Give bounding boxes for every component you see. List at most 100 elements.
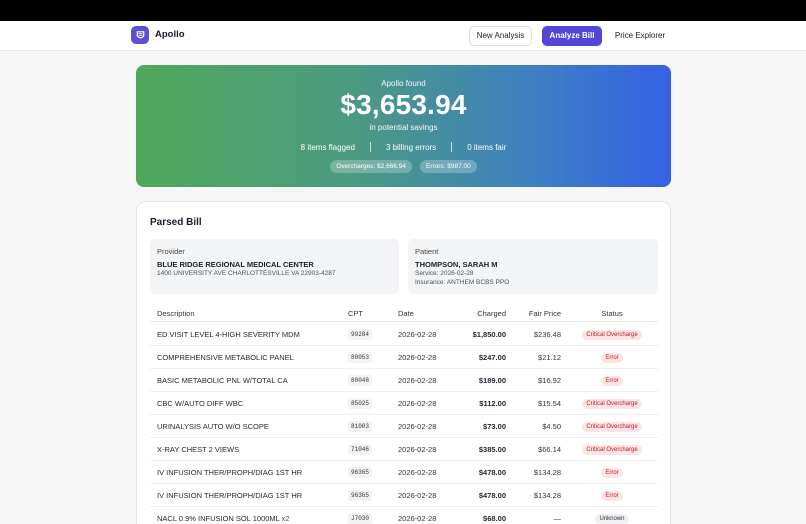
row-date: 2026-02-28 [398, 399, 437, 408]
status-badge: Unknown [595, 514, 629, 524]
table-row[interactable]: CBC W/AUTO DIFF WBC 85025 2026-02-28 $112.… [150, 392, 658, 415]
status-badge: Critical Overcharge [582, 445, 642, 455]
row-date: 2026-02-28 [398, 353, 437, 362]
window-top-bar [0, 0, 806, 21]
apollo-logo-icon[interactable] [131, 26, 149, 44]
row-cpt-code: 96365 [348, 467, 373, 478]
row-description: NACL 0.9% INFUSION SOL 1000ML x2 [157, 514, 290, 523]
stat-divider [451, 142, 453, 152]
row-fair-price: $15.54 [538, 399, 561, 408]
row-charged: $73.00 [483, 422, 506, 431]
patient-service-date: Service: 2026-02-28 [415, 270, 474, 277]
patient-label: Patient [415, 247, 439, 256]
provider-label: Provider [157, 247, 185, 256]
row-fair-price: $134.28 [533, 491, 561, 500]
row-description-text: IV INFUSION THER/PROPH/DIAG 1ST HR [157, 468, 303, 477]
billing-errors-stat: 3 billing errors [385, 142, 437, 152]
row-description-text: COMPREHENSIVE METABOLIC PANEL [157, 353, 294, 362]
row-description-text: IV INFUSION THER/PROPH/DIAG 1ST HR [157, 491, 303, 500]
row-date: 2026-02-28 [398, 376, 437, 385]
row-description: ED VISIT LEVEL 4-HIGH SEVERITY MDM [157, 330, 300, 339]
savings-pills: Overcharges: $2,666.94 Errors: $987.00 [136, 160, 671, 173]
row-charged: $385.00 [478, 445, 506, 454]
savings-summary-banner: Apollo found $3,653.94 in potential savi… [136, 65, 671, 187]
status-badge: Error [601, 353, 623, 363]
row-status: Critical Overcharge [566, 444, 658, 455]
row-description: COMPREHENSIVE METABOLIC PANEL [157, 353, 294, 362]
new-analysis-button[interactable]: New Analysis [469, 26, 532, 46]
status-badge: Critical Overcharge [582, 399, 642, 409]
analyze-bill-button[interactable]: Analyze Bill [542, 26, 602, 46]
row-date: 2026-02-28 [398, 468, 437, 477]
table-row[interactable]: ED VISIT LEVEL 4-HIGH SEVERITY MDM 99284… [150, 323, 658, 346]
patient-info: Patient THOMPSON, SARAH M Service: 2026-… [408, 239, 658, 294]
row-status: Error [566, 352, 658, 363]
items-fair-stat: 0 items fair [467, 142, 507, 152]
col-description: Description [157, 309, 195, 318]
row-charged: $247.00 [478, 353, 506, 362]
table-row[interactable]: URINALYSIS AUTO W/O SCOPE 81003 2026-02-2… [150, 415, 658, 438]
col-fair-price: Fair Price [528, 309, 561, 318]
table-row[interactable]: BASIC METABOLIC PNL W/TOTAL CA 80048 2026… [150, 369, 658, 392]
row-date: 2026-02-28 [398, 514, 437, 523]
row-charged: $478.00 [478, 468, 506, 477]
row-cpt-code: 81003 [348, 421, 373, 432]
provider-address: 1400 UNIVERSITY AVE CHARLOTTESVILLE VA 2… [157, 270, 336, 277]
row-status: Error [566, 490, 658, 501]
table-row[interactable]: IV INFUSION THER/PROPH/DIAG 1ST HR 96365… [150, 484, 658, 507]
row-description: CBC W/AUTO DIFF WBC [157, 399, 243, 408]
row-description: IV INFUSION THER/PROPH/DIAG 1ST HR [157, 468, 302, 477]
row-fair-price: $16.92 [538, 376, 561, 385]
savings-subtitle: in potential savings [369, 123, 438, 132]
row-description-text: X-RAY CHEST 2 VIEWS [157, 445, 240, 454]
savings-stats: 8 items flagged 3 billing errors 0 items… [136, 142, 671, 152]
row-status: Unknown [566, 513, 658, 524]
status-badge: Error [601, 376, 623, 386]
row-fair-price: $4.50 [542, 422, 561, 431]
row-cpt-code: J7030 [348, 513, 373, 524]
patient-insurance: Insurance: ANTHEM BCBS PPO [415, 279, 510, 286]
table-row[interactable]: IV INFUSION THER/PROPH/DIAG 1ST HR 96365… [150, 461, 658, 484]
brand-name[interactable]: Apollo [155, 29, 185, 40]
col-cpt: CPT [348, 309, 363, 318]
provider-name: BLUE RIDGE REGIONAL MEDICAL CENTER [157, 260, 314, 269]
status-badge: Error [601, 491, 623, 501]
row-status: Critical Overcharge [566, 398, 658, 409]
bill-table-header: Description CPT Date Charged Fair Price … [150, 304, 658, 322]
row-quantity: x2 [281, 514, 290, 523]
table-row[interactable]: COMPREHENSIVE METABOLIC PANEL 80053 2026-… [150, 346, 658, 369]
savings-kicker: Apollo found [381, 79, 426, 88]
row-cpt-code: 80053 [348, 352, 373, 363]
row-description: IV INFUSION THER/PROPH/DIAG 1ST HR [157, 491, 302, 500]
row-fair-price: — [553, 514, 562, 523]
savings-amount: $3,653.94 [340, 89, 467, 120]
provider-info: Provider BLUE RIDGE REGIONAL MEDICAL CEN… [150, 239, 399, 294]
row-date: 2026-02-28 [398, 422, 437, 431]
row-description-text: ED VISIT LEVEL 4-HIGH SEVERITY MDM [157, 330, 300, 339]
row-status: Error [566, 375, 658, 386]
row-charged: $189.00 [478, 376, 506, 385]
col-date: Date [398, 309, 414, 318]
row-description: URINALYSIS AUTO W/O SCOPE [157, 422, 269, 431]
row-cpt-code: 99284 [348, 329, 373, 340]
status-badge: Critical Overcharge [582, 330, 642, 340]
row-description: X-RAY CHEST 2 VIEWS [157, 445, 239, 454]
patient-name: THOMPSON, SARAH M [415, 260, 498, 269]
table-row[interactable]: X-RAY CHEST 2 VIEWS 71046 2026-02-28 $385.… [150, 438, 658, 461]
row-charged: $478.00 [478, 491, 506, 500]
status-badge: Error [601, 468, 623, 478]
table-row[interactable]: NACL 0.9% INFUSION SOL 1000ML x2 J7030 202… [150, 507, 658, 524]
row-cpt-code: 71046 [348, 444, 373, 455]
parsed-bill-card: Parsed Bill Provider BLUE RIDGE REGIONAL… [136, 201, 671, 524]
col-status: Status [601, 309, 623, 318]
row-fair-price: $66.14 [538, 445, 561, 454]
status-badge: Critical Overcharge [582, 422, 642, 432]
parsed-bill-title: Parsed Bill [150, 217, 202, 228]
row-charged: $1,850.00 [472, 330, 506, 339]
row-status: Critical Overcharge [566, 421, 658, 432]
row-cpt-code: 96365 [348, 490, 373, 501]
navbar: Apollo New Analysis Analyze Bill Price E… [0, 21, 806, 51]
price-explorer-link[interactable]: Price Explorer [609, 26, 671, 46]
row-status: Error [566, 467, 658, 478]
row-description-text: URINALYSIS AUTO W/O SCOPE [157, 422, 269, 431]
